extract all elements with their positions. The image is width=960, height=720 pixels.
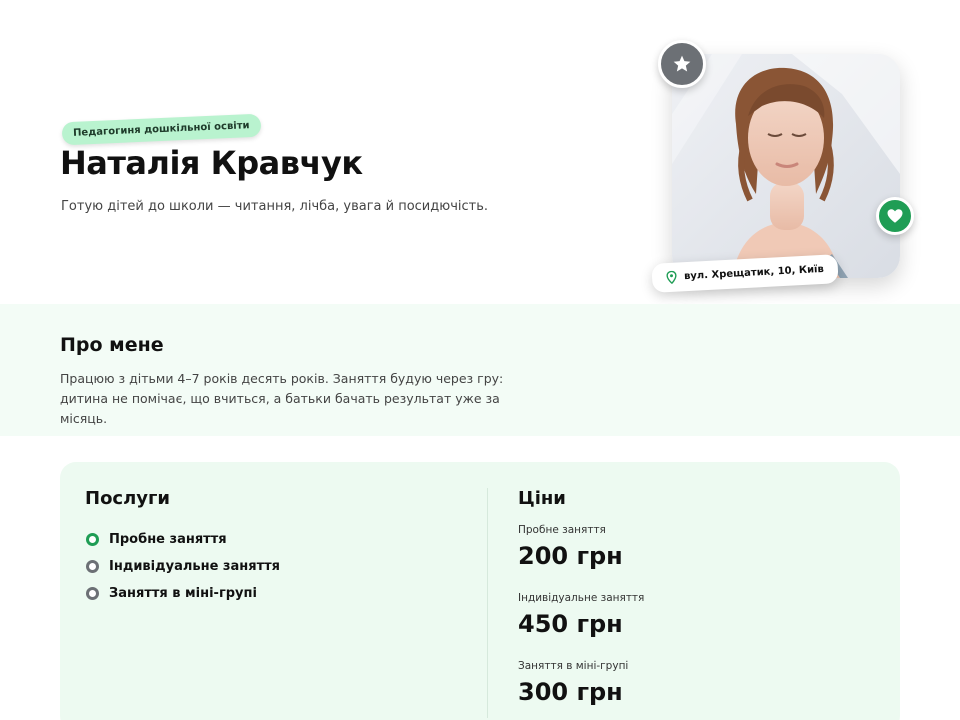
about-text: Працюю з дітьми 4–7 років десять років. …	[60, 371, 504, 426]
prices-title: Ціни	[518, 488, 566, 509]
price-label: Пробне заняття	[518, 524, 606, 536]
dot-icon	[86, 587, 99, 600]
services-list: Пробне заняття Індивідуальне заняття Зан…	[86, 526, 280, 607]
location-text: вул. Хрещатик, 10, Київ	[683, 263, 825, 283]
teacher-tagline: Готую дітей до школи — читання, лічба, у…	[61, 199, 488, 214]
price-item: Пробне заняття 200 грн	[518, 524, 644, 592]
price-label: Індивідуальне заняття	[518, 592, 645, 604]
prices-list: Пробне заняття 200 грн Індивідуальне зан…	[518, 524, 644, 720]
about-title: Про мене	[60, 334, 164, 356]
column-divider	[487, 488, 488, 718]
price-value: 300 грн	[518, 678, 623, 706]
price-value: 200 грн	[518, 542, 623, 570]
services-title: Послуги	[85, 488, 171, 509]
hero-section: Педагогиня дошкільної освіти Наталія Кра…	[0, 0, 960, 304]
dot-icon	[86, 560, 99, 573]
map-pin-icon	[666, 270, 677, 285]
price-label: Заняття в міні-групі	[518, 660, 629, 672]
profile-photo-container	[672, 54, 900, 278]
price-item: Індивідуальне заняття 450 грн	[518, 592, 644, 660]
service-label: Індивідуальне заняття	[109, 559, 280, 574]
teacher-name: Наталія Кравчук	[60, 144, 363, 182]
active-dot-icon	[86, 533, 99, 546]
featured-badge	[658, 40, 706, 88]
services-prices-card: Послуги Пробне заняття Індивідуальне зан…	[60, 462, 900, 720]
specialty-tag: Педагогиня дошкільної освіти	[61, 113, 262, 146]
heart-icon	[887, 209, 903, 223]
profile-photo	[672, 54, 900, 278]
price-item: Заняття в міні-групі 300 грн	[518, 660, 644, 720]
favorite-button[interactable]	[876, 197, 914, 235]
about-section: Про мене Працюю з дітьми 4–7 років десят…	[0, 304, 960, 436]
service-label: Заняття в міні-групі	[109, 586, 257, 601]
star-icon	[673, 55, 691, 72]
service-item: Індивідуальне заняття	[86, 553, 280, 580]
price-value: 450 грн	[518, 610, 623, 638]
service-label: Пробне заняття	[109, 532, 227, 547]
service-item: Пробне заняття	[86, 526, 280, 553]
service-item: Заняття в міні-групі	[86, 580, 280, 607]
